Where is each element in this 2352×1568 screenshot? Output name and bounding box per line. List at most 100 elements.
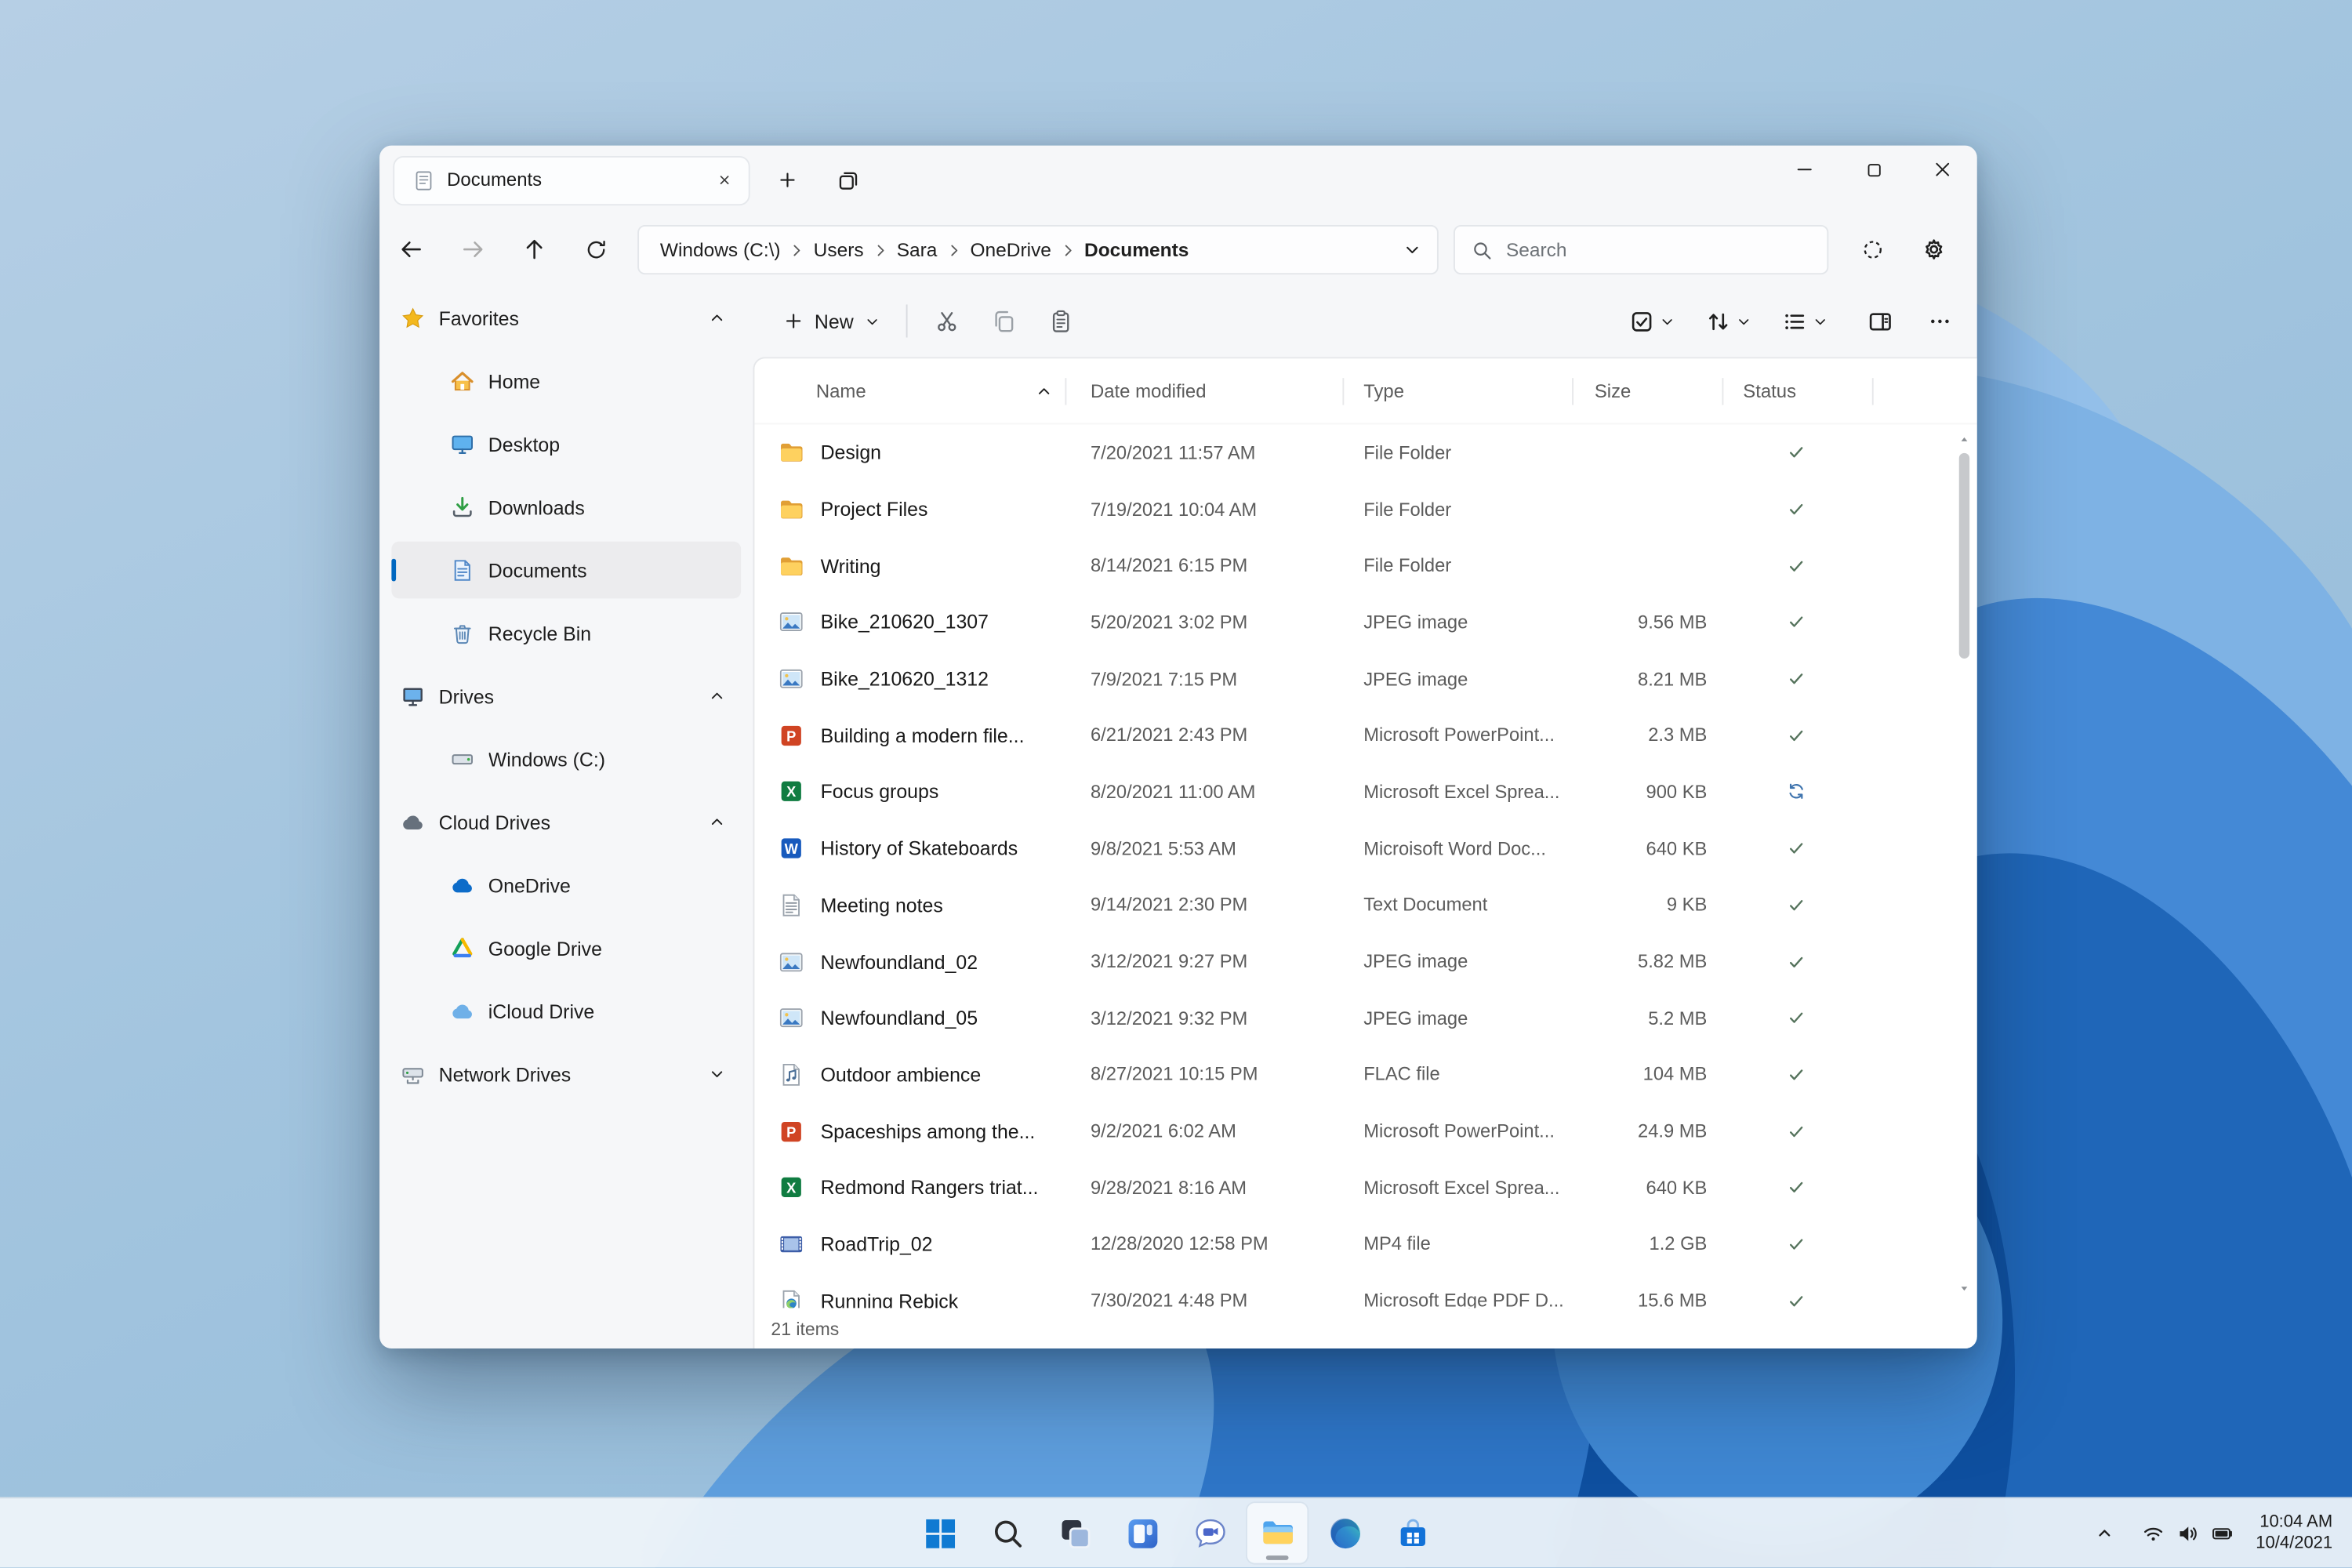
taskbar-task-view-button[interactable] <box>1045 1503 1105 1563</box>
image-file-icon <box>779 610 804 636</box>
new-tab-button[interactable] <box>765 158 810 202</box>
table-row-newfoundland-05[interactable]: Newfoundland_05 3/12/2021 9:32 PM JPEG ima… <box>754 990 1976 1047</box>
breadcrumb-segment-onedrive[interactable]: OneDrive <box>971 238 1051 261</box>
sort-button[interactable] <box>1695 296 1762 346</box>
taskbar-file-explorer-button[interactable] <box>1247 1503 1308 1564</box>
column-header-type[interactable]: Type <box>1344 358 1574 423</box>
table-row-project-files[interactable]: Project Files 7/19/2021 10:04 AM File Fold… <box>754 481 1976 538</box>
file-explorer-window: Documents Windows (C:\) Users Sara OneDr… <box>379 145 1977 1349</box>
sync-status-button[interactable] <box>1846 225 1899 274</box>
sidebar-item-onedrive[interactable]: OneDrive <box>391 856 741 913</box>
table-row-building-a-modern-file[interactable]: P Building a modern file... 6/21/2021 2:43… <box>754 707 1976 764</box>
sidebar-item-downloads[interactable]: Downloads <box>391 478 741 535</box>
type-cell: Microsoft Edge PDF D... <box>1363 1290 1564 1308</box>
table-row-design[interactable]: Design 7/20/2021 11:57 AM File Folder <box>754 424 1976 481</box>
sidebar-item-home[interactable]: Home <box>391 353 741 410</box>
chevron-up-icon <box>708 813 726 831</box>
address-bar[interactable]: Windows (C:\) Users Sara OneDrive Documents <box>637 224 1439 275</box>
sidebar-item-label: Google Drive <box>488 936 602 960</box>
column-header-name[interactable]: Name <box>754 358 1067 423</box>
tab-documents[interactable]: Documents <box>393 155 750 205</box>
sidebar-item-recycle-bin[interactable]: Recycle Bin <box>391 604 741 662</box>
status-cell <box>1723 499 1873 519</box>
table-row-bike-210620-1312[interactable]: Bike_210620_1312 7/9/2021 7:15 PM JPEG ima… <box>754 651 1976 707</box>
column-header-size[interactable]: Size <box>1573 358 1724 423</box>
sidebar-section-cloud-drives[interactable]: Cloud Drives <box>391 793 741 851</box>
table-row-roadtrip-02[interactable]: RoadTrip_02 12/28/2020 12:58 PM MP4 file 1.… <box>754 1216 1976 1272</box>
breadcrumb-segment-users[interactable]: Users <box>814 238 864 261</box>
tray-status-button[interactable] <box>2131 1506 2243 1560</box>
sidebar-item-google-drive[interactable]: Google Drive <box>391 920 741 977</box>
taskbar-edge-button[interactable] <box>1315 1503 1375 1563</box>
taskbar-start-button[interactable] <box>909 1503 970 1563</box>
tab-overview-button[interactable] <box>825 158 869 202</box>
back-button[interactable] <box>386 225 438 274</box>
breadcrumb-segment-documents[interactable]: Documents <box>1084 238 1189 261</box>
check-status-icon <box>1787 839 1806 858</box>
table-row-bike-210620-1307[interactable]: Bike_210620_1307 5/20/2021 3:02 PM JPEG im… <box>754 594 1976 651</box>
minimize-icon <box>1794 159 1815 180</box>
forward-button[interactable] <box>447 225 499 274</box>
taskbar-search-button[interactable] <box>978 1503 1038 1563</box>
table-row-outdoor-ambience[interactable]: Outdoor ambience 8/27/2021 10:15 PM FLAC f… <box>754 1047 1976 1103</box>
up-button[interactable] <box>509 225 561 274</box>
view-button[interactable] <box>1772 296 1839 346</box>
sidebar-section-favorites[interactable]: Favorites <box>391 289 741 347</box>
downloads-icon <box>450 495 475 520</box>
table-row-newfoundland-02[interactable]: Newfoundland_02 3/12/2021 9:27 PM JPEG ima… <box>754 933 1976 989</box>
pdf-file-icon <box>779 1288 804 1308</box>
table-row-focus-groups[interactable]: X Focus groups 8/20/2021 11:00 AM Microsoft… <box>754 764 1976 820</box>
paste-button[interactable] <box>1032 296 1089 346</box>
search-box[interactable]: Search <box>1453 224 1829 275</box>
sidebar-item-label: OneDrive <box>488 873 571 897</box>
new-button[interactable]: New <box>768 296 896 346</box>
tab-close-button[interactable] <box>708 164 741 197</box>
close-button[interactable] <box>1908 146 1977 194</box>
scroll-down-icon[interactable] <box>1958 1281 1971 1294</box>
cut-button[interactable] <box>918 296 975 346</box>
file-list: Design 7/20/2021 11:57 AM File Folder Proje… <box>754 424 1976 1308</box>
tray-expand-button[interactable] <box>2083 1506 2125 1560</box>
sidebar-item-desktop[interactable]: Desktop <box>391 416 741 473</box>
select-mode-button[interactable] <box>1618 296 1686 346</box>
breadcrumb-segment-windows-c[interactable]: Windows (C:\) <box>660 238 781 261</box>
details-pane-button[interactable] <box>1851 296 1908 346</box>
sidebar-item-icloud-drive[interactable]: iCloud Drive <box>391 982 741 1040</box>
table-row-meeting-notes[interactable]: Meeting notes 9/14/2021 2:30 PM Text Docum… <box>754 877 1976 933</box>
taskbar-store-button[interactable] <box>1382 1503 1443 1563</box>
settings-button[interactable] <box>1908 225 1961 274</box>
scroll-up-icon[interactable] <box>1958 434 1971 447</box>
column-header-status[interactable]: Status <box>1723 358 1874 423</box>
scrollbar[interactable] <box>1958 434 1971 1294</box>
sidebar-section-drives[interactable]: Drives <box>391 667 741 724</box>
scrollbar-thumb[interactable] <box>1958 452 1970 659</box>
column-header-label: Name <box>815 380 866 401</box>
more-options-button[interactable] <box>1911 296 1969 346</box>
sidebar-item-documents[interactable]: Documents <box>391 541 742 599</box>
copy-button[interactable] <box>975 296 1033 346</box>
svg-text:P: P <box>786 728 796 744</box>
breadcrumb-segment-sara[interactable]: Sara <box>897 238 938 261</box>
file-name-cell: RoadTrip_02 <box>754 1232 1066 1258</box>
size-cell: 9 KB <box>1666 894 1708 916</box>
address-dropdown-icon[interactable] <box>1403 240 1422 260</box>
folder-file-icon <box>779 496 804 522</box>
refresh-button[interactable] <box>570 225 622 274</box>
tab-bar: Documents <box>379 146 1977 215</box>
cloud-gray-icon <box>401 810 426 835</box>
minimize-button[interactable] <box>1770 146 1839 194</box>
taskbar-clock[interactable]: 10:04 AM 10/4/2021 <box>2250 1512 2339 1555</box>
sidebar-section-network-drives[interactable]: Network Drives <box>391 1046 741 1103</box>
drive-icon <box>450 746 475 771</box>
table-row-redmond-rangers-triat[interactable]: X Redmond Rangers triat... 9/28/2021 8:16 … <box>754 1160 1976 1216</box>
file-name: Bike_210620_1312 <box>820 667 989 691</box>
sidebar-item-windows-c[interactable]: Windows (C:) <box>391 731 741 788</box>
taskbar-chat-button[interactable] <box>1180 1503 1240 1563</box>
table-row-running-rebick[interactable]: Running Rebick 7/30/2021 4:48 PM Microsoft… <box>754 1272 1976 1308</box>
taskbar-widgets-button[interactable] <box>1112 1503 1173 1563</box>
table-row-spaceships-among-the[interactable]: P Spaceships among the... 9/2/2021 6:02 AM… <box>754 1103 1976 1160</box>
table-row-history-of-skateboards[interactable]: W History of Skateboards 9/8/2021 5:53 AM M… <box>754 820 1976 877</box>
table-row-writing[interactable]: Writing 8/14/2021 6:15 PM File Folder <box>754 538 1976 594</box>
maximize-button[interactable] <box>1839 146 1908 194</box>
column-header-date-modified[interactable]: Date modified <box>1066 358 1345 423</box>
